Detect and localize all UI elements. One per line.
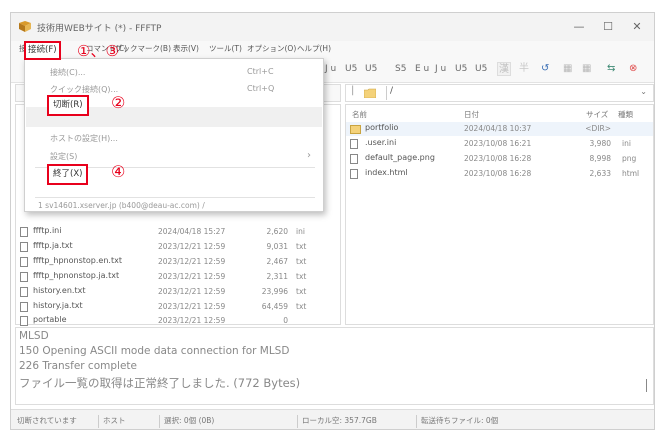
menu-item-settings[interactable]: 設定(S) — [50, 151, 77, 162]
toolbar-btn-ju2[interactable]: J u — [435, 64, 446, 74]
toolbar-btn-u5b[interactable]: U5 — [365, 64, 377, 74]
close-button[interactable]: ✕ — [623, 17, 651, 37]
file-icon — [20, 287, 28, 297]
log-line: 226 Transfer complete — [19, 360, 137, 372]
status-connection: 切断されています — [17, 416, 77, 425]
file-icon — [20, 257, 28, 267]
toolbar-btn-ju[interactable]: J u — [325, 64, 336, 74]
refresh-icon[interactable]: ↺ — [541, 62, 549, 76]
table-row[interactable]: ffftp_hpnonstop.en.txt 2023/12/21 12:59 … — [16, 255, 340, 269]
toolbar-btn-u5d[interactable]: U5 — [475, 64, 487, 74]
table-row[interactable]: ffftp.ja.txt 2023/12/21 12:59 9,031 txt — [16, 240, 340, 254]
table-row[interactable]: .user.ini 2023/10/08 16:21 3,980 ini — [346, 137, 653, 151]
file-icon — [350, 169, 358, 179]
status-bar: 切断されています ホスト 選択: 0個 (0B) ローカル空: 357.7GB … — [11, 409, 654, 429]
menu-item-history-1[interactable]: 1 sv14601.xserver.jp (b400@deau-ac.com) … — [38, 201, 205, 210]
remote-path-bar[interactable]: | / ⌄ — [345, 84, 654, 102]
annotation-marker-1-3: ①、③ — [77, 42, 119, 60]
column-header-date[interactable]: 日付 — [464, 109, 479, 120]
file-icon — [20, 272, 28, 282]
column-header-size[interactable]: サイズ — [586, 109, 608, 120]
menu-item-host-settings[interactable]: ホストの設定(H)... — [50, 133, 118, 144]
maximize-button[interactable]: ☐ — [594, 17, 622, 37]
table-row[interactable]: history.en.txt 2023/12/21 12:59 23,996 t… — [16, 285, 340, 299]
toolbar-btn-u5a[interactable]: U5 — [345, 64, 357, 74]
status-local-free: ローカル空: 357.7GB — [297, 415, 377, 428]
column-header-type[interactable]: 種類 — [618, 109, 633, 120]
status-pending: 転送待ちファイル: 0個 — [416, 415, 498, 428]
kanji-icon[interactable]: 漢 — [497, 62, 511, 76]
log-panel[interactable]: MLSD 150 Opening ASCII mode data connect… — [15, 327, 654, 405]
list-view-icon[interactable]: ▦ — [563, 62, 572, 76]
connect-menu-dropdown: 接続(C)... Ctrl+C クイック接続(Q)... Ctrl+Q ホストの… — [24, 58, 324, 212]
status-host: ホスト — [98, 415, 126, 428]
menu-tools[interactable]: ツール(T) — [209, 43, 242, 54]
menu-item-disconnect[interactable]: 切断(R) — [47, 95, 89, 116]
menu-view[interactable]: 表示(V) — [173, 43, 199, 54]
shortcut-quick-connect: Ctrl+Q — [247, 84, 275, 93]
file-icon — [20, 227, 28, 237]
ffftp-window: 技術用WEBサイト (*) - FFFTP — ☐ ✕ 接続(F) コマンド(C… — [10, 12, 655, 430]
remote-path-input[interactable]: / — [386, 86, 616, 100]
annotation-marker-2: ② — [111, 93, 126, 112]
sync-icon[interactable]: ⇆ — [607, 62, 615, 76]
table-row[interactable]: default_page.png 2023/10/08 16:28 8,998 … — [346, 152, 653, 166]
log-line: 150 Opening ASCII mode data connection f… — [19, 345, 290, 357]
status-selected: 選択: 0個 (0B) — [159, 415, 214, 428]
menu-help[interactable]: ヘルプ(H) — [297, 43, 331, 54]
file-icon — [20, 302, 28, 312]
folder-up-icon[interactable] — [364, 88, 376, 98]
column-header-name[interactable]: 名前 — [352, 109, 367, 120]
remote-file-list[interactable]: 名前 日付 サイズ 種類 portfolio 2024/04/18 10:37 … — [345, 104, 654, 325]
hankaku-icon[interactable]: 半 — [519, 62, 529, 76]
file-icon — [20, 316, 28, 326]
table-row[interactable]: ffftp.ini 2024/04/18 15:27 2,620 ini — [16, 225, 340, 239]
path-separator: | — [351, 85, 355, 96]
table-row[interactable]: portfolio 2024/04/18 10:37 <DIR> — [346, 122, 653, 136]
annotation-marker-4: ④ — [111, 162, 126, 181]
toolbar-btn-s5[interactable]: S5 — [395, 64, 406, 74]
file-icon — [350, 139, 358, 149]
file-icon — [20, 242, 28, 252]
log-line: MLSD — [19, 330, 49, 342]
menu-item-quick-connect[interactable]: クイック接続(Q)... — [50, 84, 118, 95]
menu-item-exit[interactable]: 終了(X) — [47, 164, 89, 185]
log-line: ファイル一覧の取得は正常終了しました. (772 Bytes) — [19, 376, 301, 390]
submenu-arrow-icon: › — [307, 150, 311, 161]
ffftp-app-icon — [19, 21, 31, 32]
table-row[interactable]: portable 2023/12/21 12:59 0 — [16, 314, 340, 328]
window-title: 技術用WEBサイト (*) - FFFTP — [37, 24, 162, 34]
toolbar-btn-eu[interactable]: E u — [415, 64, 429, 74]
menu-options[interactable]: オプション(O) — [247, 43, 296, 54]
abort-icon[interactable]: ⊗ — [629, 62, 637, 76]
title-bar: 技術用WEBサイト (*) - FFFTP — ☐ ✕ — [11, 13, 654, 41]
menu-bookmark[interactable]: ブックマーク(B) — [115, 43, 171, 54]
table-row[interactable]: ffftp_hpnonstop.ja.txt 2023/12/21 12:59 … — [16, 270, 340, 284]
text-cursor — [646, 379, 647, 392]
folder-icon — [350, 125, 361, 134]
toolbar-btn-u5c[interactable]: U5 — [455, 64, 467, 74]
menu-connect-highlight[interactable]: 接続(F) — [24, 41, 61, 60]
detail-view-icon[interactable]: ▦ — [582, 62, 591, 76]
chevron-down-icon[interactable]: ⌄ — [640, 87, 647, 96]
shortcut-connect: Ctrl+C — [247, 67, 274, 76]
menu-item-connect[interactable]: 接続(C)... — [50, 67, 85, 78]
menu-separator — [35, 197, 315, 198]
table-row[interactable]: index.html 2023/10/08 16:28 2,633 html — [346, 167, 653, 181]
table-row[interactable]: history.ja.txt 2023/12/21 12:59 64,459 t… — [16, 300, 340, 314]
minimize-button[interactable]: — — [565, 17, 593, 37]
file-icon — [350, 154, 358, 164]
